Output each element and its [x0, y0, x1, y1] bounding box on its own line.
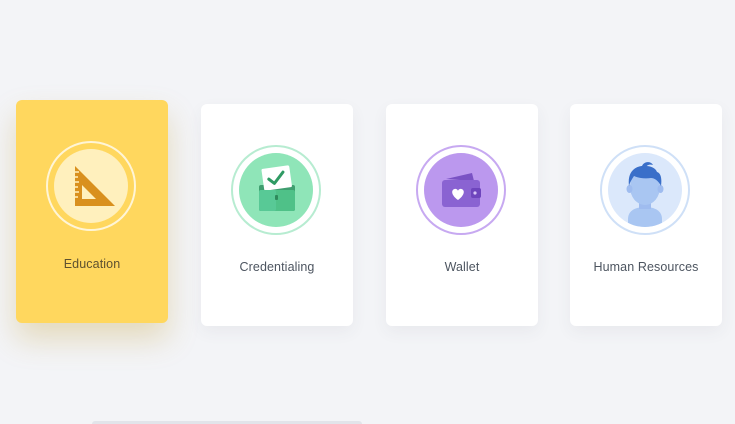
- icon-ring: [600, 145, 690, 235]
- icon-disc: [424, 153, 498, 227]
- card-human-resources[interactable]: Human Resources: [570, 104, 722, 326]
- card-credentialing[interactable]: Credentialing: [201, 104, 353, 326]
- person-avatar-icon: [626, 162, 664, 227]
- card-label: Credentialing: [239, 260, 315, 274]
- card-label: Human Resources: [593, 260, 699, 274]
- card-wallet[interactable]: Wallet: [386, 104, 538, 326]
- icon-disc: [54, 149, 128, 223]
- wallet-heart-icon: [442, 173, 481, 207]
- card-label: Education: [63, 257, 121, 271]
- icon-ring: [416, 145, 506, 235]
- card-education[interactable]: Education: [16, 100, 168, 323]
- folder-check-icon: [259, 165, 295, 211]
- icon-disc: [608, 153, 682, 227]
- icon-disc: [239, 153, 313, 227]
- icon-ring: [231, 145, 321, 235]
- category-cards-section: Education Credentialing Wallet Human Res…: [0, 0, 735, 424]
- card-label: Wallet: [444, 260, 480, 274]
- set-square-icon: [75, 166, 115, 206]
- icon-ring: [46, 141, 136, 231]
